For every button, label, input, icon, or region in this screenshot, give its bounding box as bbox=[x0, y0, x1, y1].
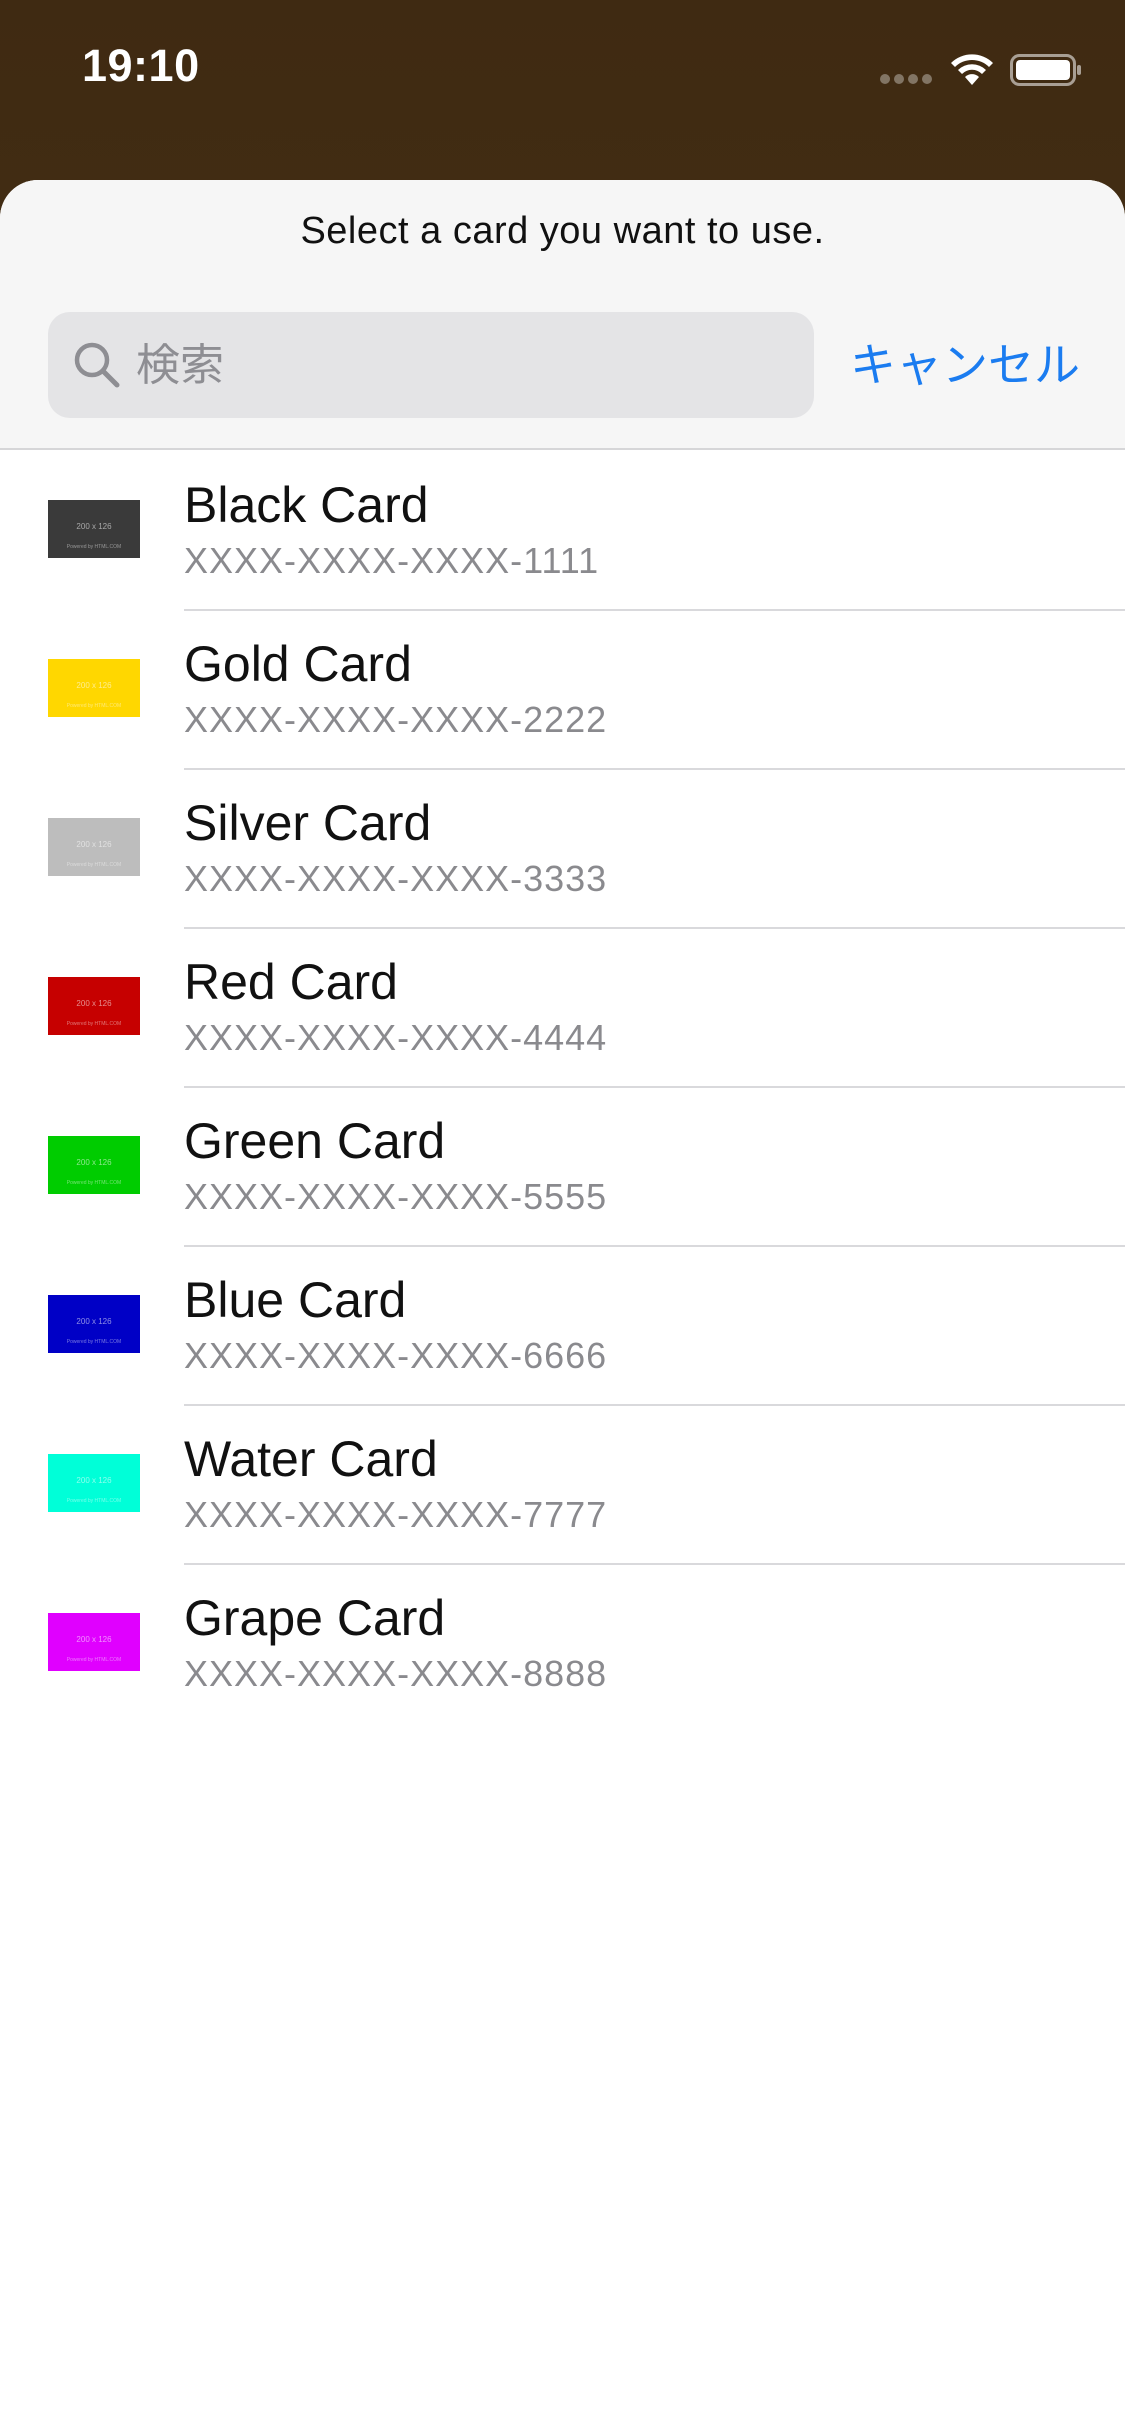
card-thumbnail: 200 x 126 Powered by HTML.COM bbox=[48, 659, 140, 717]
card-list-item[interactable]: 200 x 126 Powered by HTML.COM Red Card X… bbox=[0, 929, 1125, 1088]
card-number: XXXX-XXXX-XXXX-5555 bbox=[184, 1176, 608, 1217]
sheet-header: Select a card you want to use. キャンセル bbox=[0, 180, 1125, 450]
thumbnail-size-label: 200 x 126 bbox=[76, 840, 112, 849]
card-name: Grape Card bbox=[184, 1590, 446, 1646]
card-thumbnail: 200 x 126 Powered by HTML.COM bbox=[48, 1295, 140, 1353]
card-name: Red Card bbox=[184, 954, 398, 1010]
thumbnail-credit-label: Powered by HTML.COM bbox=[66, 544, 122, 550]
cellular-signal-icon bbox=[880, 74, 932, 84]
thumbnail-credit-label: Powered by HTML.COM bbox=[66, 703, 122, 709]
thumbnail-credit-label: Powered by HTML.COM bbox=[66, 862, 122, 868]
status-bar: 19:10 bbox=[0, 0, 1125, 140]
status-time: 19:10 bbox=[82, 40, 200, 91]
search-icon bbox=[74, 342, 120, 388]
search-input[interactable] bbox=[136, 312, 796, 418]
card-name: Water Card bbox=[184, 1431, 438, 1487]
card-number: XXXX-XXXX-XXXX-6666 bbox=[184, 1335, 608, 1376]
thumbnail-credit-label: Powered by HTML.COM bbox=[66, 1021, 122, 1027]
card-name: Silver Card bbox=[184, 795, 432, 851]
card-list-item[interactable]: 200 x 126 Powered by HTML.COM Grape Card… bbox=[0, 1565, 1125, 1724]
sheet-prompt: Select a card you want to use. bbox=[300, 210, 825, 252]
card-thumbnail: 200 x 126 Powered by HTML.COM bbox=[48, 1454, 140, 1512]
card-name: Green Card bbox=[184, 1113, 446, 1169]
card-thumbnail: 200 x 126 Powered by HTML.COM bbox=[48, 977, 140, 1035]
thumbnail-size-label: 200 x 126 bbox=[76, 1158, 112, 1167]
thumbnail-credit-label: Powered by HTML.COM bbox=[66, 1498, 122, 1504]
card-list-item[interactable]: 200 x 126 Powered by HTML.COM Water Card… bbox=[0, 1406, 1125, 1565]
battery-icon bbox=[1010, 54, 1081, 86]
cancel-button[interactable]: キャンセル bbox=[840, 330, 1090, 400]
card-number: XXXX-XXXX-XXXX-1111 bbox=[184, 540, 600, 581]
thumbnail-size-label: 200 x 126 bbox=[76, 681, 112, 690]
card-number: XXXX-XXXX-XXXX-4444 bbox=[184, 1017, 608, 1058]
card-list-item[interactable]: 200 x 126 Powered by HTML.COM Blue Card … bbox=[0, 1247, 1125, 1406]
card-list-item[interactable]: 200 x 126 Powered by HTML.COM Silver Car… bbox=[0, 770, 1125, 929]
thumbnail-credit-label: Powered by HTML.COM bbox=[66, 1180, 122, 1186]
card-number: XXXX-XXXX-XXXX-3333 bbox=[184, 858, 608, 899]
thumbnail-size-label: 200 x 126 bbox=[76, 1635, 112, 1644]
wifi-icon bbox=[951, 54, 993, 85]
card-number: XXXX-XXXX-XXXX-2222 bbox=[184, 699, 608, 740]
card-name: Blue Card bbox=[184, 1272, 407, 1328]
thumbnail-size-label: 200 x 126 bbox=[76, 522, 112, 531]
thumbnail-size-label: 200 x 126 bbox=[76, 1317, 112, 1326]
card-name: Black Card bbox=[184, 477, 429, 533]
thumbnail-credit-label: Powered by HTML.COM bbox=[66, 1657, 122, 1663]
card-list-item[interactable]: 200 x 126 Powered by HTML.COM Green Card… bbox=[0, 1088, 1125, 1247]
thumbnail-size-label: 200 x 126 bbox=[76, 1476, 112, 1485]
search-field[interactable] bbox=[48, 312, 814, 418]
card-picker-sheet: Select a card you want to use. キャンセル 200… bbox=[0, 180, 1125, 2436]
card-list-item[interactable]: 200 x 126 Powered by HTML.COM Black Card… bbox=[0, 452, 1125, 611]
card-list: 200 x 126 Powered by HTML.COM Black Card… bbox=[0, 452, 1125, 1724]
card-number: XXXX-XXXX-XXXX-8888 bbox=[184, 1653, 608, 1694]
thumbnail-size-label: 200 x 126 bbox=[76, 999, 112, 1008]
card-thumbnail: 200 x 126 Powered by HTML.COM bbox=[48, 818, 140, 876]
card-thumbnail: 200 x 126 Powered by HTML.COM bbox=[48, 500, 140, 558]
card-thumbnail: 200 x 126 Powered by HTML.COM bbox=[48, 1136, 140, 1194]
card-number: XXXX-XXXX-XXXX-7777 bbox=[184, 1494, 608, 1535]
card-thumbnail: 200 x 126 Powered by HTML.COM bbox=[48, 1613, 140, 1671]
thumbnail-credit-label: Powered by HTML.COM bbox=[66, 1339, 122, 1345]
card-name: Gold Card bbox=[184, 636, 412, 692]
card-list-item[interactable]: 200 x 126 Powered by HTML.COM Gold Card … bbox=[0, 611, 1125, 770]
